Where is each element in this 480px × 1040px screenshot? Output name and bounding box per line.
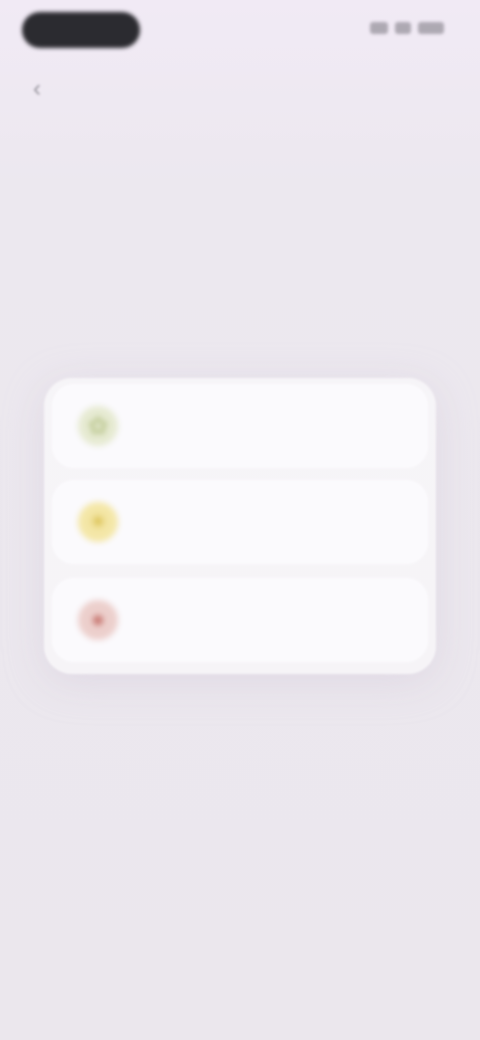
signal-icon (370, 22, 388, 34)
option-item-3[interactable]: ● (52, 578, 428, 662)
battery-icon (418, 22, 444, 34)
status-icons (370, 22, 444, 34)
option-item-2[interactable]: ☀ (52, 480, 428, 564)
chevron-left-icon: ‹ (33, 75, 41, 102)
option-item-1[interactable]: ✿ (52, 384, 428, 468)
sprout-icon: ✿ (78, 406, 118, 446)
sun-icon: ☀ (78, 502, 118, 542)
status-bar (0, 0, 480, 60)
dynamic-island (22, 12, 140, 48)
options-card: ✿ ☀ ● (44, 378, 436, 674)
wifi-icon (395, 22, 411, 34)
back-button[interactable]: ‹ (22, 74, 52, 104)
flame-icon: ● (78, 600, 118, 640)
